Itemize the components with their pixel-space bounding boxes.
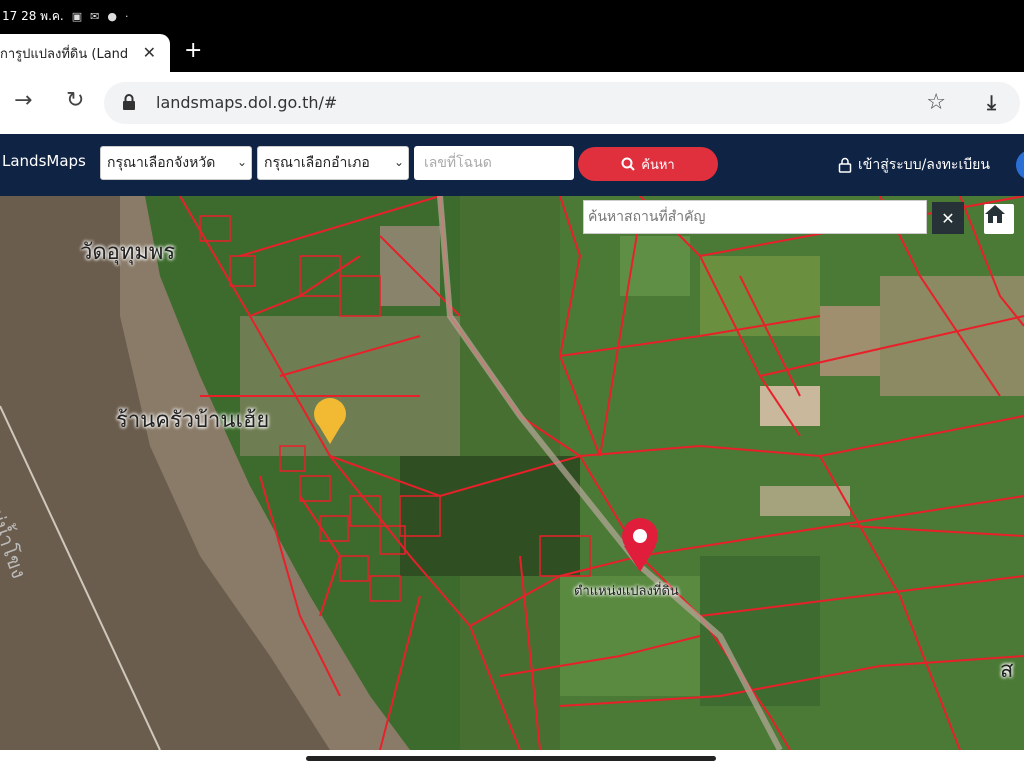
province-select[interactable]: กรุณาเลือกจังหวัด ⌄ <box>100 146 252 180</box>
search-icon <box>621 157 635 171</box>
satellite-map <box>0 196 1024 750</box>
district-select-label: กรุณาเลือกอำเภอ <box>264 155 370 171</box>
tab-strip: การูปแปลงที่ดิน (Land ✕ + <box>0 32 1024 72</box>
clear-search-button[interactable]: ✕ <box>932 202 964 234</box>
url-text: landsmaps.dol.go.th/# <box>156 93 338 112</box>
home-icon <box>985 205 1005 223</box>
province-select-label: กรุณาเลือกจังหวัด <box>107 155 216 171</box>
star-icon[interactable]: ☆ <box>926 90 946 115</box>
mail-icon: ✉ <box>90 9 100 23</box>
home-button[interactable] <box>984 204 1014 234</box>
reload-icon[interactable]: ↻ <box>66 88 84 113</box>
login-link[interactable]: เข้าสู่ระบบ/ลงทะเบียน <box>838 154 990 176</box>
search-button[interactable]: ค้นหา <box>578 147 718 181</box>
parcel-position-label: ตำแหน่งแปลงที่ดิน <box>574 584 679 599</box>
search-button-label: ค้นหา <box>641 157 675 173</box>
status-date: 17 28 พ.ค. <box>2 8 64 23</box>
lock-icon <box>838 157 852 173</box>
place-search-input[interactable] <box>583 200 927 234</box>
temple-label: วัดอุทุมพร <box>80 240 176 265</box>
forward-icon[interactable]: → <box>14 88 32 113</box>
photo-icon: ▣ <box>71 9 83 23</box>
chevron-down-icon: ⌄ <box>236 155 247 169</box>
status-bar: 17 28 พ.ค. ▣ ✉ ● · <box>0 0 1024 32</box>
home-indicator[interactable] <box>306 756 716 761</box>
close-icon[interactable]: ✕ <box>143 43 156 62</box>
new-tab-button[interactable]: + <box>184 40 202 62</box>
user-avatar[interactable] <box>1016 150 1024 180</box>
browser-tab[interactable]: การูปแปลงที่ดิน (Land ✕ <box>0 34 170 72</box>
address-bar[interactable]: landsmaps.dol.go.th/# ☆ ⤓ <box>104 82 1020 124</box>
close-icon: ✕ <box>941 208 955 228</box>
site-logo[interactable]: LandsMaps <box>2 152 86 170</box>
chevron-down-icon: ⌄ <box>393 155 404 169</box>
line-icon: ● <box>107 9 117 23</box>
tab-title: การูปแปลงที่ดิน (Land <box>0 46 128 62</box>
login-label: เข้าสู่ระบบ/ลงทะเบียน <box>858 157 990 173</box>
lock-icon <box>123 94 135 110</box>
site-navbar: LandsMaps กรุณาเลือกจังหวัด ⌄ กรุณาเลือก… <box>0 134 1024 196</box>
map-view[interactable]: วัดอุทุมพร ร้านครัวบ้านเฮ้ย ตำแหน่งแปลงท… <box>0 196 1024 750</box>
district-select[interactable]: กรุณาเลือกอำเภอ ⌄ <box>257 146 409 180</box>
bottom-bar <box>0 750 1024 768</box>
browser-toolbar: → ↻ landsmaps.dol.go.th/# ☆ ⤓ <box>0 72 1024 134</box>
deed-number-input[interactable] <box>414 146 574 180</box>
download-icon[interactable]: ⤓ <box>987 90 996 114</box>
restaurant-label: ร้านครัวบ้านเฮ้ย <box>116 408 270 433</box>
dot-icon: · <box>124 9 129 23</box>
edge-label: ส <box>1000 658 1014 683</box>
